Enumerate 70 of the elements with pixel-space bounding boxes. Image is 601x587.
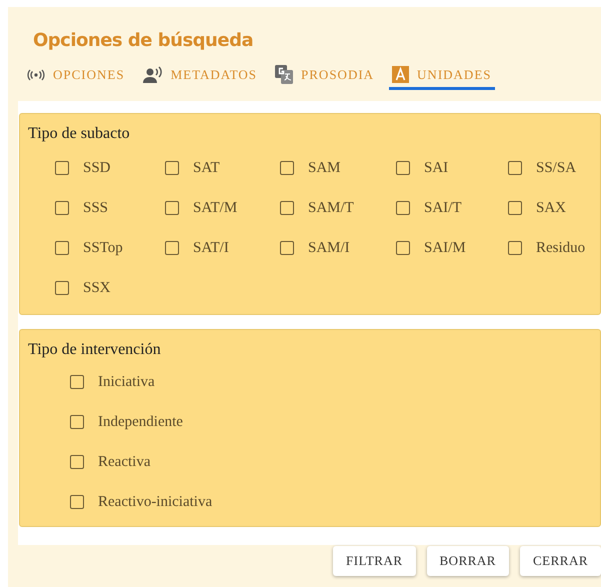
option-label: SSS xyxy=(83,198,108,218)
option-label: SAI/T xyxy=(424,198,462,218)
option-label: SAM/I xyxy=(308,238,350,258)
option-label: SAM xyxy=(308,158,341,178)
checkbox[interactable] xyxy=(280,161,294,175)
letter-a-icon xyxy=(392,66,410,83)
dialog-button[interactable]: BORRAR xyxy=(426,546,509,576)
option-label: SAT/I xyxy=(193,238,229,258)
checkbox-option[interactable]: SAT xyxy=(165,148,280,188)
checkbox[interactable] xyxy=(280,241,294,255)
checkbox[interactable] xyxy=(55,161,69,175)
checkbox[interactable] xyxy=(70,455,84,469)
dialog-title: Opciones de búsqueda xyxy=(33,30,254,51)
person-speaking-icon xyxy=(142,66,163,84)
checkbox[interactable] xyxy=(70,495,84,509)
option-label: SSD xyxy=(83,158,111,178)
checkbox-option[interactable]: SAT/M xyxy=(165,188,280,228)
checkbox-option[interactable]: SAM/T xyxy=(280,188,396,228)
checkbox[interactable] xyxy=(70,415,84,429)
checkbox-option[interactable]: SAX xyxy=(508,188,598,228)
checkbox[interactable] xyxy=(280,201,294,215)
checkbox[interactable] xyxy=(165,161,179,175)
option-label: Reactivo-iniciativa xyxy=(98,492,212,512)
checkbox-option[interactable]: SAM/I xyxy=(280,228,396,268)
checkbox-option[interactable]: Reactivo-iniciativa xyxy=(70,482,212,522)
checkbox-option[interactable]: SSD xyxy=(55,148,165,188)
checkbox[interactable] xyxy=(396,201,410,215)
translate-icon xyxy=(275,65,294,84)
checkbox[interactable] xyxy=(55,281,69,295)
checkbox[interactable] xyxy=(165,241,179,255)
option-label: Iniciativa xyxy=(98,372,155,392)
dialog-button[interactable]: FILTRAR xyxy=(333,546,416,576)
option-label: SSX xyxy=(83,278,111,298)
panel-title: Tipo de intervención xyxy=(28,341,161,358)
option-label: Residuo xyxy=(536,238,586,258)
dialog-button[interactable]: CERRAR xyxy=(520,546,601,576)
option-label: SAT/M xyxy=(193,198,238,218)
checkbox-option[interactable]: Reactiva xyxy=(70,442,150,482)
checkbox-option[interactable]: SSX xyxy=(55,268,165,308)
checkbox[interactable] xyxy=(508,161,522,175)
checkbox[interactable] xyxy=(396,161,410,175)
checkbox-option[interactable]: Independiente xyxy=(70,402,183,442)
checkbox[interactable] xyxy=(55,241,69,255)
option-label: SS/SA xyxy=(536,158,576,178)
checkbox-option[interactable]: Iniciativa xyxy=(70,362,155,402)
checkbox-option[interactable]: SAI/T xyxy=(396,188,508,228)
checkbox-option[interactable]: SSTop xyxy=(55,228,165,268)
checkbox[interactable] xyxy=(165,201,179,215)
option-label: SSTop xyxy=(83,238,123,258)
checkbox-option[interactable]: Residuo xyxy=(508,228,598,268)
option-label: SAI/M xyxy=(424,238,466,258)
checkbox-option[interactable]: SS/SA xyxy=(508,148,598,188)
checkbox-option[interactable]: SSS xyxy=(55,188,165,228)
option-label: SAX xyxy=(536,198,566,218)
checkbox-option[interactable]: SAI xyxy=(396,148,508,188)
option-label: SAM/T xyxy=(308,198,354,218)
option-label: SAI xyxy=(424,158,448,178)
checkbox[interactable] xyxy=(70,375,84,389)
checkbox[interactable] xyxy=(55,201,69,215)
checkbox[interactable] xyxy=(508,241,522,255)
checkbox[interactable] xyxy=(396,241,410,255)
option-label: SAT xyxy=(193,158,220,178)
checkbox-option[interactable]: SAI/M xyxy=(396,228,508,268)
option-label: Independiente xyxy=(98,412,183,432)
checkbox-option[interactable]: SAM xyxy=(280,148,396,188)
broadcast-icon xyxy=(27,68,45,80)
panel-title: Tipo de subacto xyxy=(28,125,130,142)
option-label: Reactiva xyxy=(98,452,150,472)
checkbox[interactable] xyxy=(508,201,522,215)
checkbox-option[interactable]: SAT/I xyxy=(165,228,280,268)
